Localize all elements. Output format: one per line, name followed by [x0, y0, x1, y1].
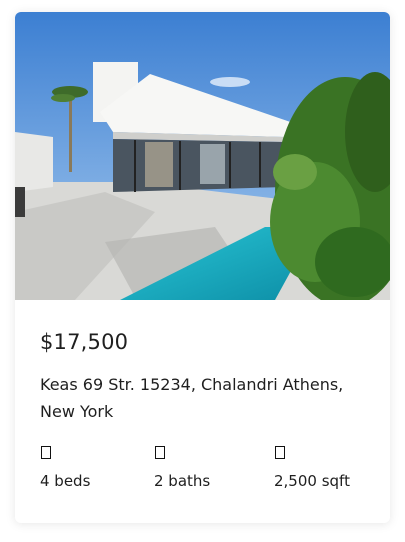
property-card[interactable]: $17,500 Keas 69 Str. 15234, Chalandri At… [15, 12, 390, 523]
bed-icon [41, 446, 51, 459]
feature-baths: 2 baths [154, 442, 210, 490]
area-icon [275, 446, 285, 459]
feature-beds-label: 4 beds [40, 472, 91, 490]
listing-features: 4 beds 2 baths 2,500 sqft [40, 442, 380, 502]
listing-price: $17,500 [40, 330, 129, 354]
bath-icon [155, 446, 165, 459]
listing-address: Keas 69 Str. 15234, Chalandri Athens, Ne… [40, 375, 344, 421]
feature-baths-label: 2 baths [154, 472, 211, 490]
feature-area: 2,500 sqft [274, 442, 350, 490]
feature-area-label: 2,500 sqft [274, 472, 350, 490]
property-photo[interactable] [15, 12, 390, 300]
feature-beds: 4 beds [40, 442, 90, 490]
